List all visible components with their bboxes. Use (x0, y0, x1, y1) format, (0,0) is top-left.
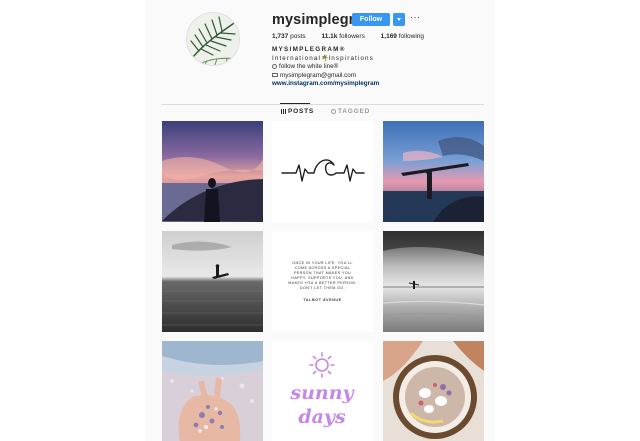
post-sunny-days[interactable]: sunny days (272, 341, 373, 441)
tab-tagged[interactable]: TAGGED (331, 108, 370, 115)
profile-stats: 1,737 posts 11.1k followers 1,169 follow… (272, 33, 438, 40)
bio-line-email: mysimplegram@gmail.com (272, 72, 379, 81)
followers-count[interactable]: 11.1k followers (321, 33, 364, 40)
posts-count: 1,737 posts (272, 33, 306, 40)
profile-avatar[interactable] (186, 12, 240, 66)
post-surfer-walking-bw[interactable] (383, 231, 484, 332)
profile-full-name: MYSIMPLEGRAM® (272, 46, 346, 53)
sunny-text: sunny (289, 382, 355, 404)
quote-text: ONCE IN YOUR LIFE, YOU'LL COME ACROSS A … (288, 261, 357, 290)
post-shells-in-hand[interactable] (162, 341, 263, 441)
profile-website-link[interactable]: www.instagram.com/mysimplegram (272, 80, 379, 89)
days-text: days (298, 406, 346, 428)
following-count[interactable]: 1,169 following (381, 33, 424, 40)
bio-line-inspirations: International🌴Inspirations (272, 54, 374, 62)
suggested-dropdown-button[interactable] (393, 13, 405, 26)
grid-icon (281, 108, 286, 114)
tab-posts[interactable]: POSTS (279, 103, 314, 115)
more-options-button[interactable]: ··· (410, 12, 421, 22)
post-heartbeat-wave[interactable] (272, 121, 373, 222)
post-coconut-bowl[interactable] (383, 341, 484, 441)
bio-line-follow: follow the white line® (272, 63, 379, 72)
post-quote-card[interactable]: ONCE IN YOUR LIFE, YOU'LL COME ACROSS A … (272, 231, 373, 332)
post-surfer-paddling-bw[interactable] (162, 231, 263, 332)
tag-icon (331, 108, 336, 114)
tabs-divider (162, 104, 484, 105)
profile-bio: MYSIMPLEGRAM® International🌴Inspirations… (272, 46, 379, 89)
envelope-icon (272, 72, 278, 77)
circle-icon (272, 63, 277, 69)
post-surfer-board[interactable] (383, 121, 484, 222)
quote-author: TALBOT AVENUE (303, 298, 342, 302)
post-sunset-surfer[interactable] (162, 121, 263, 222)
palm-leaf-icon (187, 13, 239, 65)
follow-button[interactable]: Follow (352, 13, 390, 26)
